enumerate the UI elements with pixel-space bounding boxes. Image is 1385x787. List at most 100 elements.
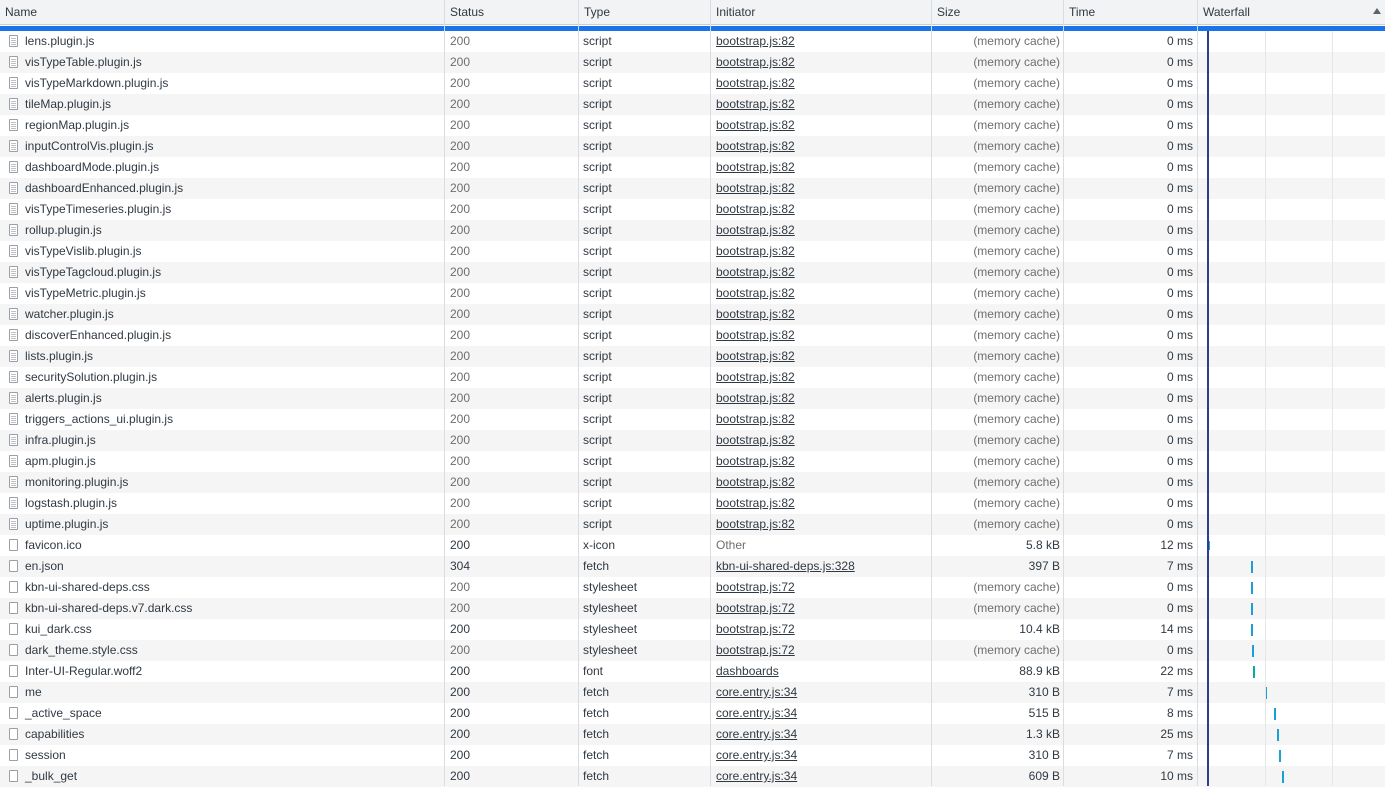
request-name[interactable]: infra.plugin.js bbox=[6, 430, 444, 451]
initiator-link[interactable]: bootstrap.js:82 bbox=[716, 55, 795, 69]
initiator-link[interactable]: bootstrap.js:82 bbox=[716, 349, 795, 363]
table-row[interactable]: kbn-ui-shared-deps.css 200 stylesheet boots… bbox=[0, 577, 1385, 598]
request-name[interactable]: visTypeMarkdown.plugin.js bbox=[6, 73, 444, 94]
request-initiator[interactable]: core.entry.js:34 bbox=[711, 745, 932, 766]
table-row[interactable]: me 200 fetch core.entry.js:34 310 B 7 ms bbox=[0, 682, 1385, 703]
request-name[interactable]: favicon.ico bbox=[6, 535, 444, 556]
request-initiator[interactable]: core.entry.js:34 bbox=[711, 724, 932, 745]
request-name[interactable]: en.json bbox=[6, 556, 444, 577]
table-row[interactable]: Inter-UI-Regular.woff2 200 font dashboards 8… bbox=[0, 661, 1385, 682]
table-row[interactable]: apm.plugin.js 200 script bootstrap.js:82 (me… bbox=[0, 451, 1385, 472]
table-row[interactable]: dark_theme.style.css 200 stylesheet bootstr… bbox=[0, 640, 1385, 661]
request-name[interactable]: lens.plugin.js bbox=[6, 31, 444, 52]
request-initiator[interactable]: bootstrap.js:82 bbox=[711, 388, 932, 409]
initiator-link[interactable]: bootstrap.js:82 bbox=[716, 286, 795, 300]
initiator-link[interactable]: bootstrap.js:72 bbox=[716, 622, 795, 636]
request-name[interactable]: tileMap.plugin.js bbox=[6, 94, 444, 115]
request-initiator[interactable]: bootstrap.js:82 bbox=[711, 472, 932, 493]
request-name[interactable]: triggers_actions_ui.plugin.js bbox=[6, 409, 444, 430]
request-name[interactable]: watcher.plugin.js bbox=[6, 304, 444, 325]
table-row[interactable]: inputControlVis.plugin.js 200 script bootst… bbox=[0, 136, 1385, 157]
column-header-type[interactable]: Type bbox=[579, 0, 711, 25]
initiator-link[interactable]: bootstrap.js:72 bbox=[716, 643, 795, 657]
column-header-size[interactable]: Size bbox=[932, 0, 1064, 25]
initiator-link[interactable]: bootstrap.js:82 bbox=[716, 370, 795, 384]
initiator-link[interactable]: bootstrap.js:82 bbox=[716, 307, 795, 321]
column-header-waterfall[interactable]: Waterfall bbox=[1198, 0, 1385, 25]
initiator-link[interactable]: bootstrap.js:82 bbox=[716, 328, 795, 342]
table-row[interactable]: discoverEnhanced.plugin.js 200 script boots… bbox=[0, 325, 1385, 346]
initiator-link[interactable]: bootstrap.js:82 bbox=[716, 139, 795, 153]
initiator-link[interactable]: bootstrap.js:82 bbox=[716, 202, 795, 216]
request-name[interactable]: _bulk_get bbox=[6, 766, 444, 787]
table-row[interactable]: visTypeVislib.plugin.js 200 script bootstra… bbox=[0, 241, 1385, 262]
request-initiator[interactable]: bootstrap.js:72 bbox=[711, 619, 932, 640]
request-initiator[interactable]: bootstrap.js:72 bbox=[711, 577, 932, 598]
table-row[interactable]: infra.plugin.js 200 script bootstrap.js:82 (… bbox=[0, 430, 1385, 451]
column-divider[interactable] bbox=[578, 0, 579, 786]
initiator-link[interactable]: bootstrap.js:82 bbox=[716, 76, 795, 90]
table-row[interactable]: visTypeMarkdown.plugin.js 200 script bootst… bbox=[0, 73, 1385, 94]
request-name[interactable]: lists.plugin.js bbox=[6, 346, 444, 367]
request-initiator[interactable]: bootstrap.js:82 bbox=[711, 409, 932, 430]
request-initiator[interactable]: bootstrap.js:82 bbox=[711, 514, 932, 535]
request-initiator[interactable]: bootstrap.js:82 bbox=[711, 52, 932, 73]
table-row[interactable]: securitySolution.plugin.js 200 script boots… bbox=[0, 367, 1385, 388]
request-initiator[interactable]: bootstrap.js:72 bbox=[711, 598, 932, 619]
request-initiator[interactable]: bootstrap.js:82 bbox=[711, 73, 932, 94]
waterfall-bar[interactable] bbox=[1251, 624, 1253, 636]
request-initiator[interactable]: bootstrap.js:82 bbox=[711, 367, 932, 388]
column-divider[interactable] bbox=[1197, 0, 1198, 786]
request-name[interactable]: regionMap.plugin.js bbox=[6, 115, 444, 136]
initiator-link[interactable]: bootstrap.js:82 bbox=[716, 517, 795, 531]
request-name[interactable]: apm.plugin.js bbox=[6, 451, 444, 472]
table-row[interactable]: _active_space 200 fetch core.entry.js:34 515… bbox=[0, 703, 1385, 724]
request-initiator[interactable]: bootstrap.js:82 bbox=[711, 31, 932, 52]
waterfall-bar[interactable] bbox=[1279, 750, 1281, 762]
table-row[interactable]: visTypeMetric.plugin.js 200 script bootstra… bbox=[0, 283, 1385, 304]
initiator-link[interactable]: bootstrap.js:82 bbox=[716, 412, 795, 426]
waterfall-bar[interactable] bbox=[1282, 771, 1284, 783]
request-name[interactable]: securitySolution.plugin.js bbox=[6, 367, 444, 388]
request-name[interactable]: visTypeTable.plugin.js bbox=[6, 52, 444, 73]
initiator-link[interactable]: bootstrap.js:82 bbox=[716, 160, 795, 174]
request-initiator[interactable]: bootstrap.js:82 bbox=[711, 157, 932, 178]
request-initiator[interactable]: bootstrap.js:82 bbox=[711, 325, 932, 346]
initiator-link[interactable]: core.entry.js:34 bbox=[716, 769, 797, 783]
request-initiator[interactable]: bootstrap.js:82 bbox=[711, 94, 932, 115]
table-row[interactable]: visTypeTable.plugin.js 200 script bootstrap… bbox=[0, 52, 1385, 73]
initiator-link[interactable]: bootstrap.js:82 bbox=[716, 244, 795, 258]
table-row[interactable]: triggers_actions_ui.plugin.js 200 script bo… bbox=[0, 409, 1385, 430]
request-name[interactable]: dashboardMode.plugin.js bbox=[6, 157, 444, 178]
column-divider[interactable] bbox=[444, 0, 445, 786]
initiator-link[interactable]: core.entry.js:34 bbox=[716, 727, 797, 741]
table-row[interactable]: kui_dark.css 200 stylesheet bootstrap.js:72… bbox=[0, 619, 1385, 640]
initiator-link[interactable]: bootstrap.js:82 bbox=[716, 454, 795, 468]
request-name[interactable]: kbn-ui-shared-deps.css bbox=[6, 577, 444, 598]
initiator-link[interactable]: bootstrap.js:82 bbox=[716, 97, 795, 111]
request-name[interactable]: monitoring.plugin.js bbox=[6, 472, 444, 493]
column-header-status[interactable]: Status bbox=[445, 0, 579, 25]
initiator-link[interactable]: core.entry.js:34 bbox=[716, 685, 797, 699]
initiator-link[interactable]: bootstrap.js:82 bbox=[716, 118, 795, 132]
table-row[interactable]: kbn-ui-shared-deps.v7.dark.css 200 stylesh… bbox=[0, 598, 1385, 619]
initiator-link[interactable]: bootstrap.js:82 bbox=[716, 496, 795, 510]
request-initiator[interactable]: bootstrap.js:82 bbox=[711, 493, 932, 514]
table-row[interactable]: en.json 304 fetch kbn-ui-shared-deps.js:328… bbox=[0, 556, 1385, 577]
request-initiator[interactable]: dashboards bbox=[711, 661, 932, 682]
waterfall-bar[interactable] bbox=[1251, 582, 1253, 594]
table-row[interactable]: visTypeTagcloud.plugin.js 200 script bootst… bbox=[0, 262, 1385, 283]
initiator-link[interactable]: bootstrap.js:82 bbox=[716, 433, 795, 447]
request-name[interactable]: logstash.plugin.js bbox=[6, 493, 444, 514]
request-name[interactable]: kbn-ui-shared-deps.v7.dark.css bbox=[6, 598, 444, 619]
table-row[interactable]: capabilities 200 fetch core.entry.js:34 1.3 … bbox=[0, 724, 1385, 745]
request-name[interactable]: capabilities bbox=[6, 724, 444, 745]
initiator-link[interactable]: core.entry.js:34 bbox=[716, 748, 797, 762]
initiator-link[interactable]: bootstrap.js:82 bbox=[716, 391, 795, 405]
column-divider[interactable] bbox=[931, 0, 932, 786]
waterfall-bar[interactable] bbox=[1277, 729, 1279, 741]
request-initiator[interactable]: bootstrap.js:82 bbox=[711, 220, 932, 241]
request-initiator[interactable]: bootstrap.js:82 bbox=[711, 304, 932, 325]
request-initiator[interactable]: core.entry.js:34 bbox=[711, 703, 932, 724]
initiator-link[interactable]: core.entry.js:34 bbox=[716, 706, 797, 720]
